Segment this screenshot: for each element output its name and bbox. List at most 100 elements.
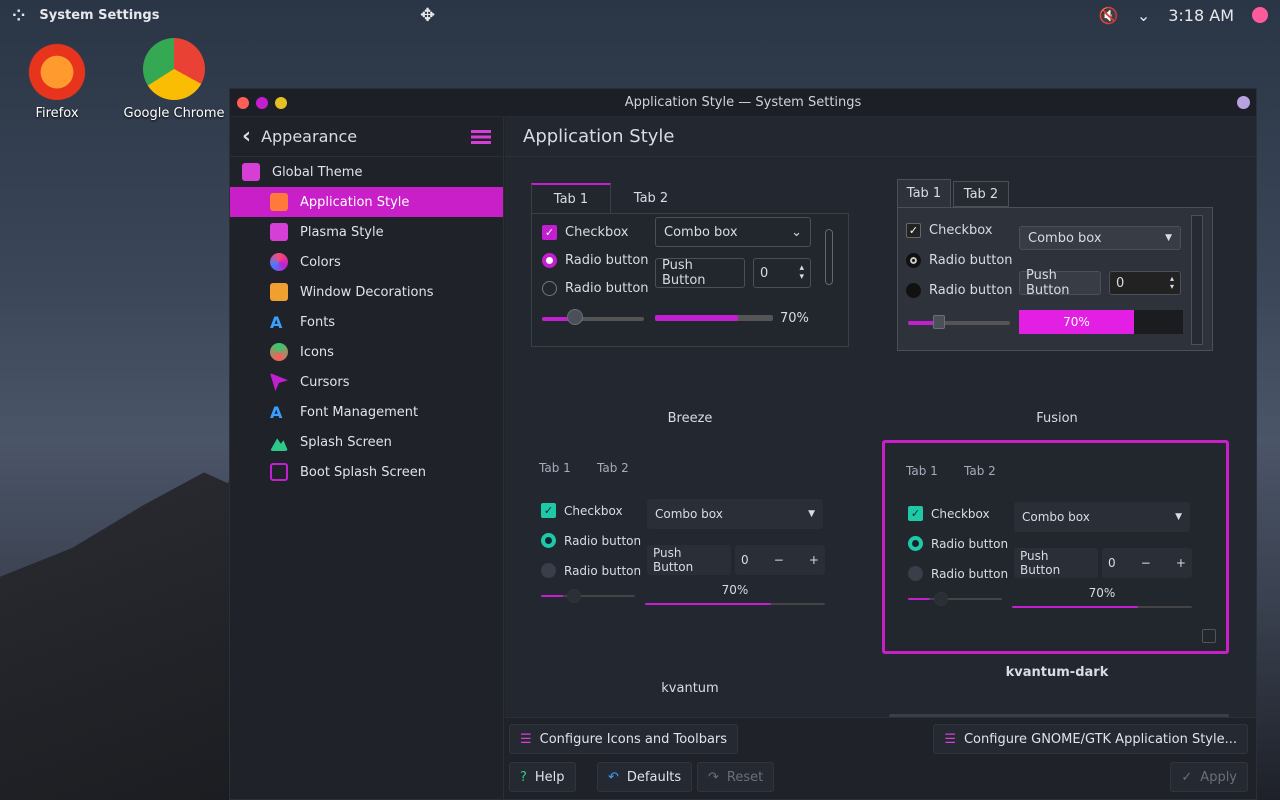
button-label: Reset <box>726 769 764 785</box>
radio-label: Radio button <box>565 253 649 268</box>
avatar[interactable] <box>1252 7 1268 23</box>
tab-1[interactable]: Tab 1 <box>539 461 571 475</box>
cursor-icon <box>270 373 288 391</box>
desktop-icon-firefox[interactable]: Firefox <box>2 38 112 121</box>
combo-box[interactable]: Combo box ▼ <box>1014 502 1190 532</box>
back-icon[interactable]: ‹ <box>242 124 251 149</box>
slider-handle[interactable] <box>567 589 581 603</box>
plus-icon[interactable]: + <box>809 553 819 567</box>
sidebar-item-label: Global Theme <box>272 164 363 180</box>
tab-1[interactable]: Tab 1 <box>906 464 938 478</box>
radio-label: Radio button <box>565 281 649 296</box>
plus-icon[interactable]: + <box>1176 556 1186 570</box>
combo-box[interactable]: Combo box ▼ <box>647 499 823 529</box>
checkbox[interactable]: ✓ Checkbox <box>542 225 629 240</box>
push-button[interactable]: Push Button <box>647 545 731 575</box>
tab-2[interactable]: Tab 2 <box>964 464 996 478</box>
push-button[interactable]: Push Button <box>1014 548 1098 578</box>
tab-2[interactable]: Tab 2 <box>611 183 691 213</box>
reset-button[interactable]: ↷ Reset <box>697 762 775 792</box>
scrollbar[interactable] <box>1191 215 1203 345</box>
radio-button[interactable]: Radio button <box>541 563 641 578</box>
sidebar-item-boot-splash-screen[interactable]: Boot Splash Screen <box>230 457 503 487</box>
help-button[interactable]: ? Help <box>509 762 576 792</box>
checkbox[interactable]: ✓ Checkbox <box>906 223 993 238</box>
window-titlebar[interactable]: Application Style — System Settings <box>230 89 1256 117</box>
app-style-icon <box>270 193 288 211</box>
scrollbar[interactable] <box>825 229 833 285</box>
minus-icon[interactable]: − <box>774 553 784 567</box>
defaults-button[interactable]: ↶ Defaults <box>597 762 693 792</box>
chevron-down-icon: ▼ <box>808 509 815 519</box>
push-button[interactable]: Push Button <box>655 258 745 288</box>
sidebar-item-fonts[interactable]: A Fonts <box>230 307 503 337</box>
sidebar-item-window-decorations[interactable]: Window Decorations <box>230 277 503 307</box>
chevron-down-icon[interactable]: ⌄ <box>1137 6 1150 25</box>
sidebar-item-cursors[interactable]: Cursors <box>230 367 503 397</box>
sidebar-item-global-theme[interactable]: Global Theme <box>230 157 503 187</box>
progress-label: 70% <box>1088 586 1116 600</box>
slider-handle[interactable] <box>933 315 945 329</box>
progress-label: 70% <box>721 583 749 597</box>
hamburger-menu-icon[interactable] <box>471 129 491 144</box>
spin-value: 0 <box>760 265 769 281</box>
chevron-down-icon: ▼ <box>1165 233 1172 243</box>
sidebar-item-label: Plasma Style <box>300 224 384 240</box>
push-button[interactable]: Push Button <box>1019 268 1101 298</box>
style-card-fusion[interactable]: Tab 1 Tab 2 ✓ Checkbox Radio button Radio… <box>897 179 1217 443</box>
desktop-icon-chrome[interactable]: Google Chrome <box>118 38 230 121</box>
sidebar-item-plasma-style[interactable]: Plasma Style <box>230 217 503 247</box>
radio-icon <box>542 281 557 296</box>
radio-button-checked[interactable]: Radio button <box>906 253 1013 268</box>
spin-box[interactable]: 0 − + <box>735 545 825 575</box>
combo-box[interactable]: Combo box ▼ <box>1019 226 1181 250</box>
spin-value: 0 <box>741 553 749 567</box>
radio-button-checked[interactable]: Radio button <box>908 536 1008 551</box>
style-card-kvantum[interactable]: Tab 1 Tab 2 ✓ Checkbox Radio button Radio… <box>531 453 849 713</box>
style-card-kvantum-dark[interactable]: Tab 1 Tab 2 ✓ Checkbox Radio button Radio… <box>882 440 1229 654</box>
radio-button-checked[interactable]: Radio button <box>541 533 641 548</box>
combo-box[interactable]: Combo box ⌄ <box>655 217 811 247</box>
spin-box[interactable]: 0 − + <box>1102 548 1192 578</box>
configure-icons-button[interactable]: ☰ Configure Icons and Toolbars <box>509 724 739 754</box>
radio-button[interactable]: Radio button <box>542 281 649 296</box>
page-title: Application Style <box>505 117 1256 157</box>
spin-value: 0 <box>1108 556 1116 570</box>
minus-icon[interactable]: − <box>1141 556 1151 570</box>
check-icon: ✓ <box>908 506 923 521</box>
sidebar-item-label: Splash Screen <box>300 434 392 450</box>
sidebar-item-splash-screen[interactable]: Splash Screen <box>230 427 503 457</box>
checkbox-label: Checkbox <box>931 506 990 521</box>
sidebar-item-icons[interactable]: Icons <box>230 337 503 367</box>
radio-button-checked[interactable]: Radio button <box>542 253 649 268</box>
radio-button[interactable]: Radio button <box>906 283 1013 298</box>
tab-2[interactable]: Tab 2 <box>597 461 629 475</box>
radio-label: Radio button <box>931 566 1009 581</box>
edit-icon[interactable] <box>1202 629 1216 643</box>
sidebar-item-application-style[interactable]: Application Style <box>230 187 503 217</box>
slider-handle[interactable] <box>567 309 583 325</box>
window-menu-icon[interactable] <box>1237 96 1250 109</box>
clock[interactable]: 3:18 AM <box>1168 6 1234 25</box>
footer-bar: ☰ Configure Icons and Toolbars ☰ Configure… <box>505 717 1256 799</box>
slider-handle[interactable] <box>934 592 948 606</box>
tab-1[interactable]: Tab 1 <box>531 183 611 214</box>
launcher-icon[interactable]: ⁘ <box>12 6 25 25</box>
checkbox[interactable]: ✓ Checkbox <box>908 506 990 521</box>
fonts-icon: A <box>270 313 283 332</box>
configure-gtk-button[interactable]: ☰ Configure GNOME/GTK Application Style..… <box>933 724 1248 754</box>
checkbox[interactable]: ✓ Checkbox <box>541 503 623 518</box>
sidebar-item-colors[interactable]: Colors <box>230 247 503 277</box>
sidebar-item-label: Boot Splash Screen <box>300 464 426 480</box>
tab-1[interactable]: Tab 1 <box>897 179 951 207</box>
apply-button[interactable]: ✓ Apply <box>1170 762 1248 792</box>
mute-icon[interactable]: 🔇 <box>1099 6 1119 25</box>
sidebar-item-font-management[interactable]: A Font Management <box>230 397 503 427</box>
style-card-breeze[interactable]: Tab 1 Tab 2 ✓ Checkbox Radio button Radio… <box>531 183 849 443</box>
sidebar-header: ‹ Appearance <box>230 117 503 157</box>
undo-icon: ↶ <box>608 769 619 785</box>
spin-box[interactable]: 0 ▴ ▾ <box>753 258 811 288</box>
spin-box[interactable]: 0 ▴ ▾ <box>1109 271 1181 295</box>
tab-2[interactable]: Tab 2 <box>953 181 1009 207</box>
radio-button[interactable]: Radio button <box>908 566 1008 581</box>
